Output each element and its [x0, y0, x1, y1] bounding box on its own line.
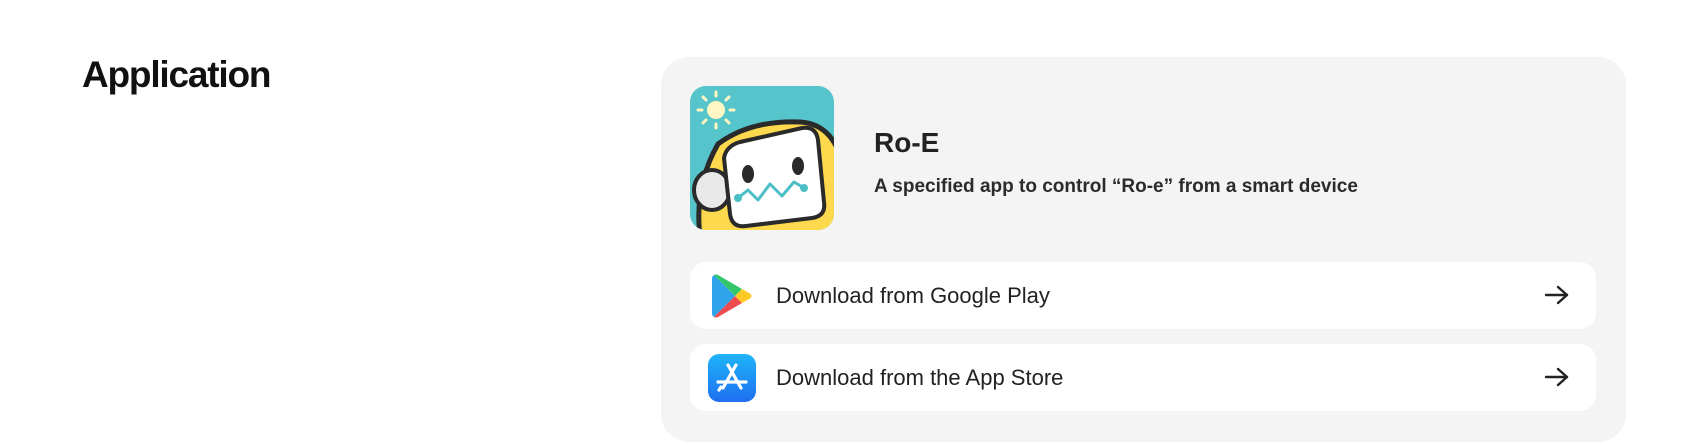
app-description: A specified app to control “Ro-e” from a… — [874, 176, 1358, 197]
section-title: Application — [82, 54, 271, 95]
app-store-download-button[interactable]: Download from the App Store — [690, 344, 1596, 411]
google-play-label: Download from Google Play — [776, 283, 1050, 308]
arrow-right-icon — [1544, 366, 1570, 388]
app-store-label: Download from the App Store — [776, 365, 1064, 390]
google-play-download-button[interactable]: Download from Google Play — [690, 262, 1596, 329]
app-card: Ro-E A specified app to control “Ro-e” f… — [661, 57, 1626, 442]
google-play-icon — [708, 272, 756, 320]
ro-e-app-icon — [690, 86, 834, 230]
app-name: Ro-E — [874, 127, 940, 158]
arrow-right-icon — [1544, 284, 1570, 306]
app-store-icon — [708, 354, 756, 402]
